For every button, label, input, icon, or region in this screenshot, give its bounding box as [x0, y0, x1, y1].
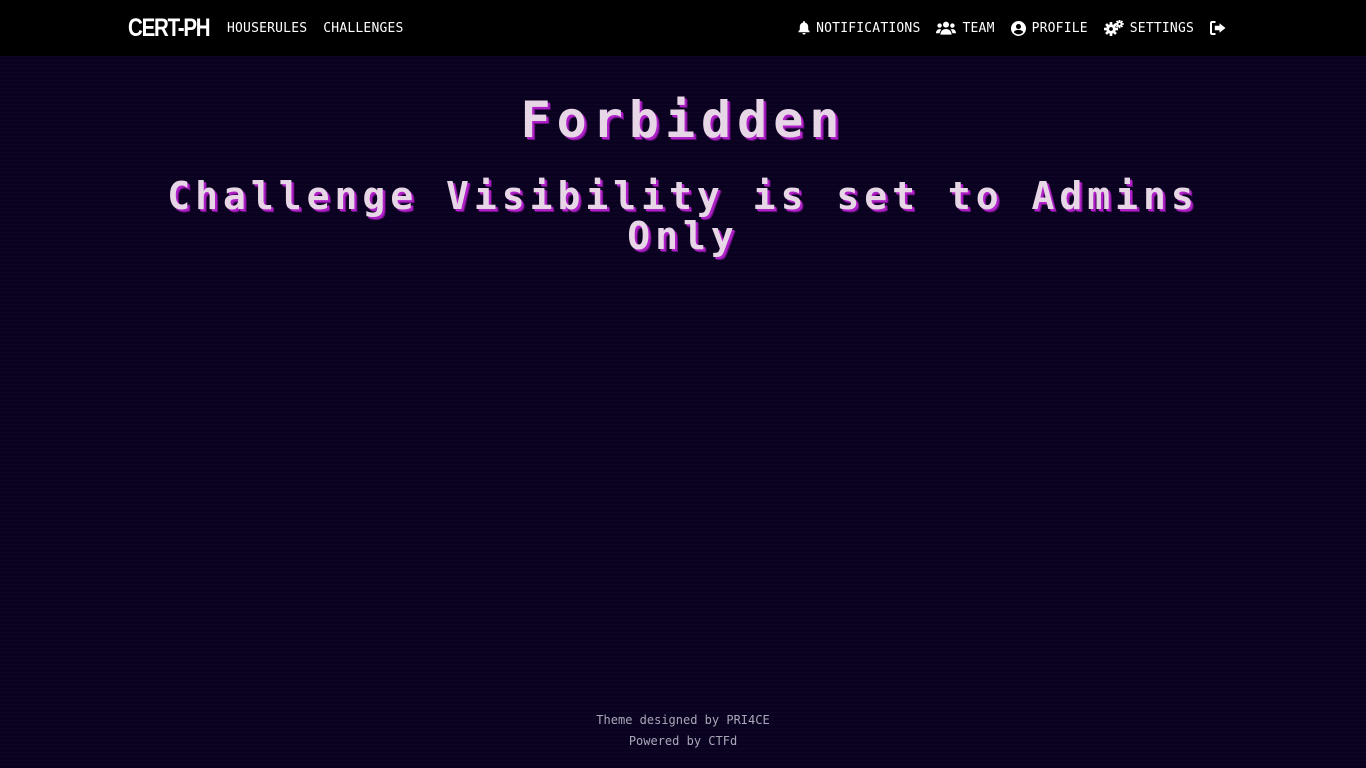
nav-link-houserules[interactable]: HOUSERULES — [227, 21, 307, 36]
user-circle-icon — [1010, 20, 1026, 36]
logout-button[interactable] — [1210, 21, 1226, 35]
nav-link-challenges[interactable]: CHALLENGES — [323, 21, 403, 36]
sign-out-icon — [1210, 21, 1226, 35]
nav-link-team-label: TEAM — [962, 20, 995, 36]
navbar: CERT-PH HOUSERULES CHALLENGES NOTIFICATI… — [0, 0, 1366, 56]
nav-link-notifications-label: NOTIFICATIONS — [816, 20, 921, 36]
nav-link-profile[interactable]: PROFILE — [1010, 20, 1088, 36]
nav-left: HOUSERULES CHALLENGES — [227, 0, 420, 56]
nav-link-settings[interactable]: SETTINGS — [1103, 20, 1194, 36]
page-title: Forbidden — [520, 91, 846, 149]
users-icon — [936, 21, 957, 35]
brand-logo[interactable]: CERT-PH — [128, 12, 211, 44]
gears-icon — [1103, 20, 1124, 36]
theme-credit-link[interactable]: Theme designed by PRI4CE — [596, 713, 769, 727]
nav-link-profile-label: PROFILE — [1031, 20, 1088, 36]
powered-by-link[interactable]: Powered by CTFd — [629, 734, 737, 748]
nav-link-team[interactable]: TEAM — [936, 21, 994, 36]
forbidden-message: Challenge Visibility is set to Admins On… — [167, 174, 1199, 258]
bell-icon — [798, 21, 810, 35]
footer: Theme designed by PRI4CE Powered by CTFd — [0, 710, 1366, 752]
nav-link-settings-label: SETTINGS — [1129, 20, 1194, 36]
nav-link-notifications[interactable]: NOTIFICATIONS — [798, 21, 920, 36]
nav-right: NOTIFICATIONS TEAM PROFILE SETTINGS — [798, 0, 1226, 56]
